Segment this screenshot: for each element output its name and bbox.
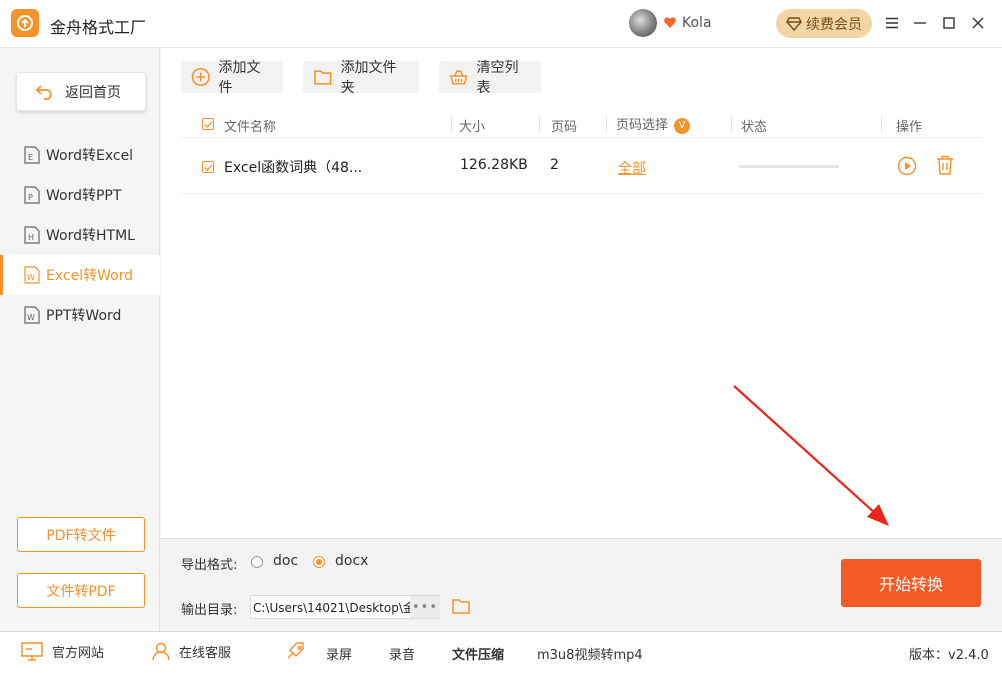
file-table-header: 文件名称 大小 页码 页码选择 V 状态 操作 — [181, 110, 981, 138]
start-convert-button[interactable]: 开始转换 — [841, 559, 981, 607]
clear-list-label: 清空列表 — [476, 60, 519, 96]
row-pages: 2 — [550, 157, 559, 173]
user-name[interactable]: Kola — [682, 15, 712, 31]
sidebar-item-excel-to-word[interactable]: W Excel转Word — [0, 255, 160, 295]
header-actions: 操作 — [896, 120, 923, 135]
footer-website-label: 官方网站 — [52, 645, 105, 661]
header-page-select: 页码选择 V — [616, 114, 691, 134]
document-icon: W — [24, 306, 40, 324]
format-radio-docx[interactable] — [313, 556, 325, 568]
maximize-icon[interactable] — [939, 13, 959, 33]
tools-rocket-icon — [287, 642, 304, 659]
output-options-panel: 导出格式: doc docx 输出目录: C:\Users\14021\Desk… — [161, 538, 1002, 631]
sidebar-item-word-to-excel[interactable]: E Word转Excel — [0, 135, 160, 175]
column-divider — [731, 116, 732, 132]
column-divider — [539, 116, 540, 132]
menu-icon[interactable] — [882, 13, 902, 33]
sidebar: 返回首页 E Word转Excel P Word转PPT H Word转HTML… — [0, 48, 160, 631]
row-checkbox[interactable] — [202, 161, 214, 173]
add-folder-label: 添加文件夹 — [340, 60, 397, 96]
svg-text:W: W — [27, 313, 35, 322]
add-folder-button[interactable]: 添加文件夹 — [303, 60, 419, 96]
footer-website-link[interactable]: 官方网站 — [20, 641, 104, 661]
footer-record-audio-link[interactable]: 录音 — [389, 644, 415, 663]
vip-heart-icon — [664, 17, 676, 28]
output-dir-label: 输出目录: — [181, 603, 238, 618]
plus-circle-icon — [191, 67, 210, 87]
document-icon: E — [24, 146, 40, 164]
document-icon: H — [24, 226, 40, 244]
footer-support-label: 在线客服 — [179, 645, 232, 661]
pdf-to-file-button[interactable]: PDF转文件 — [17, 517, 145, 552]
header-file-name: 文件名称 — [224, 120, 277, 135]
monitor-icon — [21, 642, 43, 661]
format-radio-doc[interactable] — [251, 556, 263, 568]
format-option-docx[interactable]: docx — [335, 553, 368, 569]
file-to-pdf-button[interactable]: 文件转PDF — [17, 573, 145, 608]
row-file-name: Excel函数词典（48... — [224, 160, 363, 176]
app-title: 金舟格式工厂 — [50, 18, 147, 37]
play-icon[interactable] — [897, 156, 917, 176]
footer-m3u8-link[interactable]: m3u8视频转mp4 — [537, 644, 643, 663]
footer-record-screen-link[interactable]: 录屏 — [326, 644, 352, 663]
header-pages: 页码 — [551, 120, 578, 135]
version-label: 版本：v2.4.0 — [909, 648, 989, 663]
sidebar-item-label: PPT转Word — [46, 308, 122, 324]
column-divider — [881, 116, 882, 132]
back-arrow-icon — [35, 84, 52, 100]
broom-basket-icon — [450, 70, 468, 85]
header-size: 大小 — [459, 120, 486, 135]
format-option-doc[interactable]: doc — [273, 553, 298, 569]
sidebar-item-word-to-html[interactable]: H Word转HTML — [0, 215, 160, 255]
document-icon: P — [24, 186, 40, 204]
trash-icon[interactable] — [936, 155, 954, 175]
sidebar-item-label: Word转Excel — [46, 148, 134, 164]
svg-text:P: P — [28, 193, 33, 202]
header-status: 状态 — [741, 120, 768, 135]
document-icon: W — [24, 266, 40, 284]
browse-more-button[interactable]: ••• — [410, 596, 440, 618]
folder-icon — [314, 70, 332, 85]
footer-compress-link[interactable]: 文件压缩 — [452, 644, 504, 663]
export-format-label: 导出格式: — [181, 558, 238, 573]
diamond-icon — [786, 16, 802, 31]
main-panel: 添加文件 添加文件夹 清空列表 文件名称 大小 页码 页码选择 V 状态 操作 E… — [161, 48, 1002, 538]
header-page-select-label: 页码选择 — [616, 118, 669, 133]
back-home-label: 返回首页 — [65, 84, 121, 101]
close-icon[interactable] — [968, 13, 988, 33]
sidebar-item-label: Excel转Word — [46, 268, 134, 284]
minimize-icon[interactable] — [910, 13, 930, 33]
app-logo-icon — [11, 9, 39, 37]
row-size: 126.28KB — [460, 157, 528, 173]
back-home-button[interactable]: 返回首页 — [16, 72, 146, 111]
column-divider — [606, 116, 607, 132]
svg-text:W: W — [27, 273, 35, 282]
person-icon — [152, 642, 170, 661]
sidebar-item-label: Word转PPT — [46, 188, 122, 204]
title-bar: 金舟格式工厂 Kola 续费会员 — [0, 0, 1002, 48]
table-row[interactable]: Excel函数词典（48... 126.28KB 2 全部 — [181, 139, 981, 194]
page-select-badge[interactable]: V — [674, 117, 691, 134]
add-file-button[interactable]: 添加文件 — [181, 60, 283, 96]
add-file-label: 添加文件 — [218, 60, 261, 96]
column-divider — [451, 116, 452, 132]
open-folder-icon[interactable] — [451, 597, 471, 615]
avatar[interactable] — [629, 9, 657, 37]
renew-membership-button[interactable]: 续费会员 — [776, 9, 872, 38]
svg-text:E: E — [28, 153, 33, 162]
svg-text:H: H — [28, 233, 34, 242]
sidebar-item-word-to-ppt[interactable]: P Word转PPT — [0, 175, 160, 215]
footer-tools-icon — [284, 640, 306, 662]
footer-support-link[interactable]: 在线客服 — [151, 641, 231, 661]
row-page-select-link[interactable]: 全部 — [618, 158, 646, 178]
sidebar-item-label: Word转HTML — [46, 228, 135, 244]
sidebar-item-ppt-to-word[interactable]: W PPT转Word — [0, 295, 160, 335]
row-progress-bar — [739, 165, 839, 168]
clear-list-button[interactable]: 清空列表 — [439, 60, 541, 96]
renew-label: 续费会员 — [806, 16, 862, 33]
footer-bar: 官方网站 在线客服 录屏 录音 文件压缩 m3u8视频转mp4 版本：v2.4.… — [0, 631, 1002, 673]
select-all-checkbox[interactable] — [202, 118, 214, 130]
